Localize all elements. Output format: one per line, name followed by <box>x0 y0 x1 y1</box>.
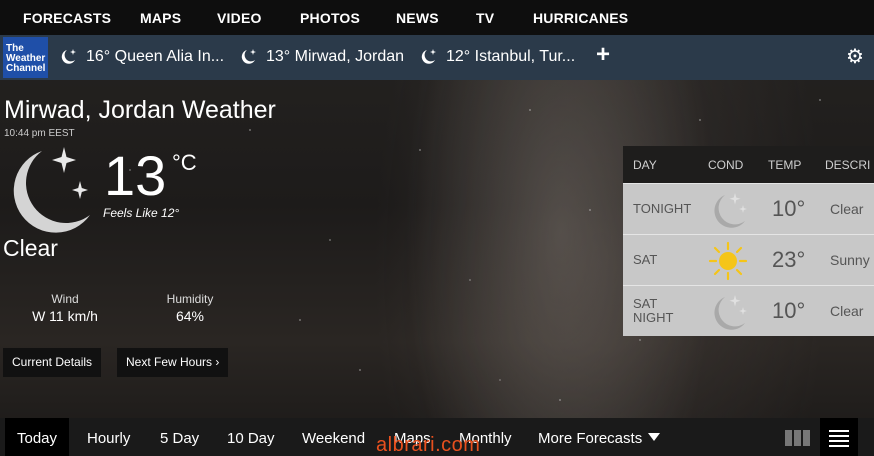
local-time: 10:44 pm EEST <box>4 128 75 139</box>
forecast-row-sat-night[interactable]: SAT NIGHT 10° Clear <box>623 285 874 336</box>
moon-stars-icon <box>714 295 747 330</box>
chevron-down-icon <box>648 433 661 441</box>
header-description: DESCRI <box>825 158 871 172</box>
saved-location-2[interactable]: 13° Mirwad, Jordan <box>238 47 404 67</box>
forecast-row-sat[interactable]: SAT 23° Sunny <box>623 234 874 285</box>
tab-more-forecasts[interactable]: More Forecasts <box>538 430 661 447</box>
tab-5-day[interactable]: 5 Day <box>160 430 199 447</box>
saved-location-3[interactable]: 12° Istanbul, Tur... <box>418 47 575 67</box>
saved-location-label: 13° Mirwad, Jordan <box>266 48 405 65</box>
forecast-table-header: DAY COND TEMP DESCRI <box>623 146 874 183</box>
forecast-day: TONIGHT <box>633 201 692 216</box>
forecast-row-tonight[interactable]: TONIGHT 10° Clear <box>623 183 874 234</box>
forecast-description: Sunny <box>830 252 870 268</box>
wind-value: W 11 km/h <box>32 308 98 324</box>
forecast-description: Clear <box>830 303 864 319</box>
gear-icon[interactable]: ⚙ <box>846 44 864 69</box>
moon-stars-icon <box>714 193 747 228</box>
nav-news[interactable]: NEWS <box>396 10 439 26</box>
humidity-label: Humidity <box>166 292 214 306</box>
current-temperature: 13 <box>104 144 167 207</box>
tab-10-day[interactable]: 10 Day <box>227 430 275 447</box>
saved-location-1[interactable]: 16° Queen Alia In... <box>58 47 224 67</box>
forecast-temp: 23° <box>772 247 806 272</box>
current-condition: Clear <box>3 235 58 261</box>
list-view-icon[interactable] <box>820 418 858 456</box>
nav-hurricanes[interactable]: HURRICANES <box>533 10 628 26</box>
weather-channel-logo[interactable]: The Weather Channel <box>3 37 48 78</box>
feels-like: Feels Like 12° <box>103 206 180 220</box>
forecast-temp: 10° <box>772 196 806 221</box>
humidity-stat: Humidity 64% <box>158 292 222 324</box>
nav-photos[interactable]: PHOTOS <box>300 10 360 26</box>
tab-weekend[interactable]: Weekend <box>302 430 365 447</box>
tab-today[interactable]: Today <box>5 418 70 456</box>
sun-icon <box>708 241 748 281</box>
current-details-button[interactable]: Current Details <box>3 348 102 377</box>
add-location-button[interactable]: + <box>596 43 610 67</box>
moon-stars-icon <box>421 49 436 64</box>
tab-hourly[interactable]: Hourly <box>87 430 130 447</box>
saved-location-label: 16° Queen Alia In... <box>86 48 225 65</box>
nav-video[interactable]: VIDEO <box>217 10 262 26</box>
forecast-day: SAT <box>633 252 658 267</box>
header-cond: COND <box>708 158 744 172</box>
forecast-table: DAY COND TEMP DESCRI TONIGHT 10° Clear S… <box>623 146 874 336</box>
temperature-unit: °C <box>172 150 197 175</box>
forecast-temp: 10° <box>772 298 806 323</box>
moon-stars-icon <box>241 49 256 64</box>
nav-maps[interactable]: MAPS <box>140 10 181 26</box>
header-day: DAY <box>633 158 657 172</box>
grid-view-icon[interactable] <box>785 430 811 446</box>
humidity-value: 64% <box>175 308 205 324</box>
next-few-hours-button[interactable]: Next Few Hours › <box>117 348 229 377</box>
moon-stars-icon <box>13 147 90 233</box>
header-temp: TEMP <box>768 158 802 172</box>
watermark: albrari.com <box>376 434 481 456</box>
more-forecasts-label: More Forecasts <box>538 430 643 447</box>
moon-stars-icon <box>61 49 76 64</box>
top-navigation: FORECASTS MAPS VIDEO PHOTOS NEWS TV HURR… <box>0 0 874 35</box>
wind-stat: Wind W 11 km/h <box>28 292 102 324</box>
saved-location-label: 12° Istanbul, Tur... <box>446 48 576 65</box>
nav-tv[interactable]: TV <box>476 10 494 26</box>
page-title: Mirwad, Jordan Weather <box>4 96 276 124</box>
nav-forecasts[interactable]: FORECASTS <box>23 10 111 26</box>
saved-locations-bar: The Weather Channel 16° Queen Alia In...… <box>0 35 874 80</box>
forecast-description: Clear <box>830 201 864 217</box>
forecast-day: SAT NIGHT <box>633 296 674 325</box>
wind-label: Wind <box>51 292 79 306</box>
